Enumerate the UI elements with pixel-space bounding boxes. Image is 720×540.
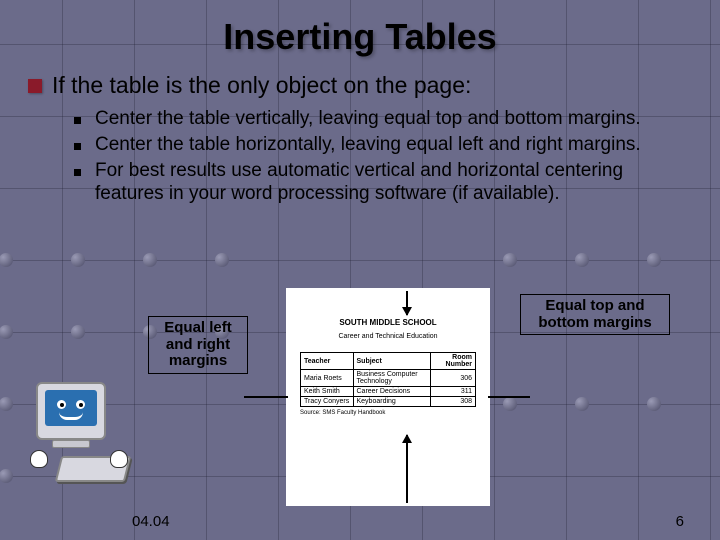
callout-top-margins: Equal top and bottom margins <box>520 294 670 335</box>
computer-cartoon-icon <box>28 382 138 482</box>
example-document: SOUTH MIDDLE SCHOOL Career and Technical… <box>286 288 490 506</box>
doc-source: Source: SMS Faculty Handbook <box>300 410 476 416</box>
arrow-line <box>244 396 288 398</box>
grid-node <box>575 253 589 267</box>
doc-subtitle: Career and Technical Education <box>300 333 476 340</box>
sub-bullet-text: Center the table vertically, leaving equ… <box>95 107 641 131</box>
sub-bullet: Center the table horizontally, leaving e… <box>74 133 690 157</box>
footer-code: 04.04 <box>132 513 170 530</box>
sub-bullet: For best results use automatic vertical … <box>74 159 690 207</box>
arrow-line <box>488 396 530 398</box>
bullet-square-icon <box>74 117 81 124</box>
page-number: 6 <box>676 513 684 530</box>
grid-node <box>143 253 157 267</box>
grid-node <box>503 253 517 267</box>
bullet-square-icon <box>74 169 81 176</box>
table-header: Subject <box>353 353 430 370</box>
slide-title: Inserting Tables <box>0 0 720 58</box>
example-table: Teacher Subject Room Number Maria Roets … <box>300 352 476 407</box>
arrow-down-icon <box>406 291 408 315</box>
table-header: Teacher <box>301 353 354 370</box>
table-row: Maria Roets Business Computer Technology… <box>301 370 476 387</box>
table-row: Tracy Conyers Keyboarding 308 <box>301 397 476 407</box>
grid-node <box>215 253 229 267</box>
main-bullet: If the table is the only object on the p… <box>28 72 720 99</box>
sub-bullet-text: For best results use automatic vertical … <box>95 159 690 207</box>
callout-left-margins: Equal left and right margins <box>148 316 248 374</box>
table-header: Room Number <box>430 353 476 370</box>
arrow-up-icon <box>406 435 408 503</box>
sub-bullet-list: Center the table vertically, leaving equ… <box>74 107 690 206</box>
doc-title: SOUTH MIDDLE SCHOOL <box>300 318 476 327</box>
table-row: Keith Smith Career Decisions 311 <box>301 387 476 397</box>
sub-bullet: Center the table vertically, leaving equ… <box>74 107 690 131</box>
grid-node <box>71 253 85 267</box>
bullet-icon <box>28 79 42 93</box>
grid-node <box>647 253 661 267</box>
sub-bullet-text: Center the table horizontally, leaving e… <box>95 133 641 157</box>
figure-area: SOUTH MIDDLE SCHOOL Career and Technical… <box>0 288 720 518</box>
bullet-square-icon <box>74 143 81 150</box>
main-bullet-text: If the table is the only object on the p… <box>52 72 471 99</box>
